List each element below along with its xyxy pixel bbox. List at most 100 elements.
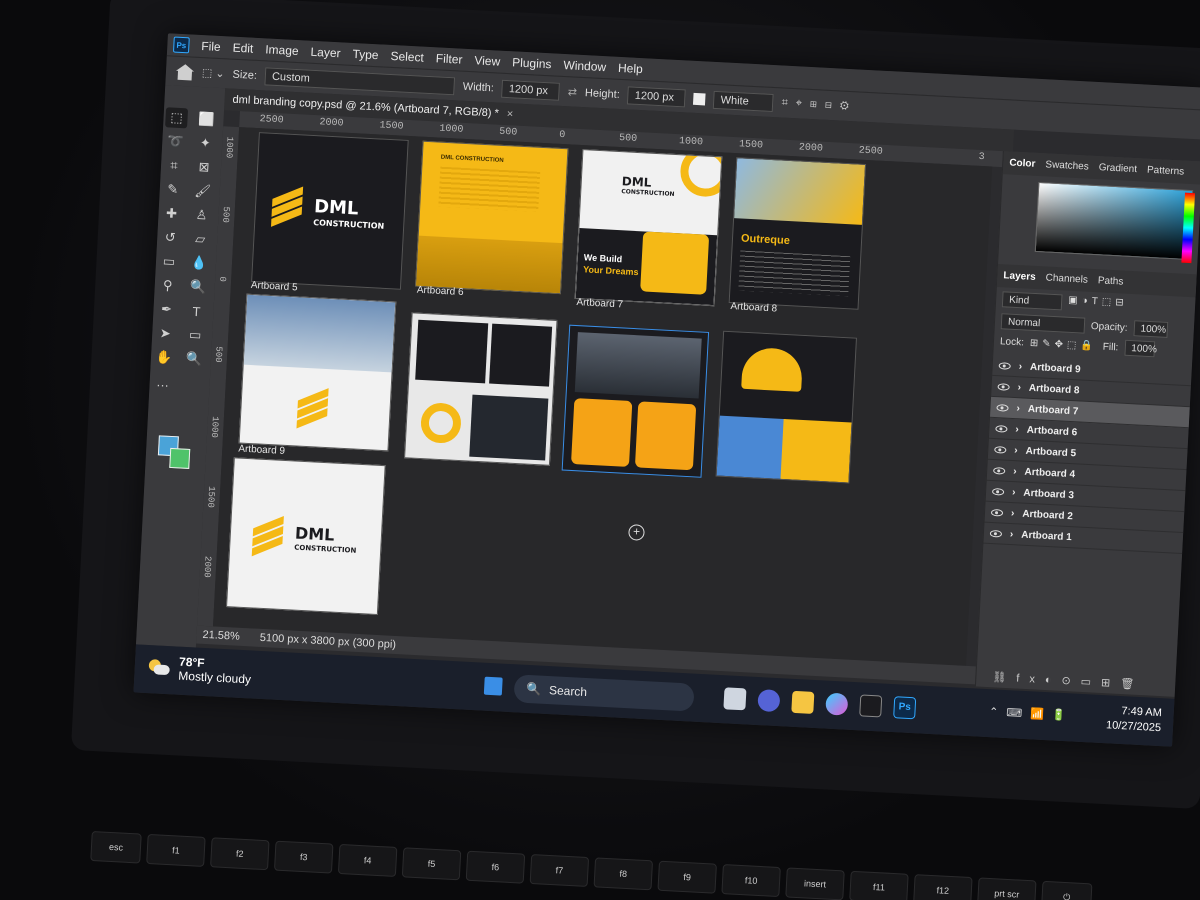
artboard-stationery[interactable] — [404, 312, 558, 466]
eye-icon[interactable] — [991, 487, 1005, 496]
artboard-helmet[interactable] — [715, 330, 857, 484]
home-icon[interactable] — [176, 63, 195, 80]
tab-layers[interactable]: Layers — [1003, 270, 1036, 283]
chevron-right-icon[interactable]: › — [1010, 528, 1014, 539]
menu-file[interactable]: File — [201, 39, 221, 54]
eye-icon[interactable] — [998, 361, 1011, 370]
swap-icon[interactable]: ⇄ — [567, 85, 577, 98]
stamp-tool-icon[interactable]: ♙ — [190, 205, 213, 226]
artboard-5-label[interactable]: Artboard 5 — [251, 280, 298, 293]
chevron-right-icon[interactable]: › — [1012, 487, 1016, 498]
healing-icon[interactable]: ✚ — [160, 203, 183, 224]
gradient-icon[interactable]: ▭ — [158, 251, 181, 272]
task-view-icon[interactable] — [723, 687, 747, 711]
artboard-poster[interactable]: DML CONSTRUCTION We Build Your Dreams — [574, 149, 723, 307]
kind-filter[interactable]: Kind — [1001, 291, 1063, 311]
windows-start-icon[interactable] — [483, 676, 503, 696]
more-tools-icon[interactable]: … — [151, 371, 174, 392]
crop-tool-icon[interactable]: ⌗ — [163, 155, 186, 176]
chevron-right-icon[interactable]: › — [1016, 403, 1020, 414]
zoom-level[interactable]: 21.58% — [202, 629, 240, 643]
hand-tool-icon[interactable]: ✋ — [153, 347, 176, 368]
pen-tool-icon[interactable]: ✒ — [155, 299, 178, 320]
taskbar-search[interactable]: 🔍 Search — [513, 674, 695, 712]
chevron-right-icon[interactable]: › — [1015, 424, 1019, 435]
eye-icon[interactable] — [997, 382, 1010, 391]
eye-icon[interactable] — [994, 445, 1007, 454]
chevron-right-icon[interactable]: › — [1011, 508, 1015, 519]
close-icon[interactable]: × — [506, 108, 513, 120]
color-swatches[interactable] — [153, 433, 199, 475]
eye-icon[interactable] — [995, 424, 1008, 433]
size-select[interactable]: Custom — [264, 66, 456, 95]
eye-icon[interactable] — [989, 529, 1003, 538]
eraser-icon[interactable]: ▱ — [189, 229, 212, 250]
history-brush-icon[interactable]: ↺ — [159, 227, 182, 248]
opacity-field[interactable]: 100% — [1133, 320, 1168, 338]
artboard-6-label[interactable]: Artboard 6 — [417, 285, 464, 298]
lock-icons[interactable]: ⊞✎✥⬚🔒 — [1030, 337, 1098, 351]
zoom-tool-icon[interactable]: 🔍 — [182, 348, 205, 369]
artboard-9-label[interactable]: Artboard 9 — [238, 443, 285, 456]
eyedropper-icon[interactable]: ✎ — [161, 179, 184, 200]
file-explorer-icon[interactable] — [791, 690, 815, 714]
artboard-5[interactable]: DML CONSTRUCTION — [251, 132, 409, 290]
clock[interactable]: 7:49 AM 10/27/2025 — [1106, 703, 1163, 736]
artboard-7[interactable] — [561, 324, 710, 478]
blur-icon[interactable]: 💧 — [187, 253, 210, 274]
chevron-right-icon[interactable]: › — [1018, 361, 1022, 372]
menu-help[interactable]: Help — [618, 61, 643, 76]
chevron-right-icon[interactable]: › — [1013, 466, 1017, 477]
fill-field[interactable]: 100% — [1123, 339, 1157, 358]
eye-icon[interactable] — [990, 508, 1004, 517]
color-picker-field[interactable] — [1034, 181, 1194, 261]
artboard-8-label[interactable]: Artboard 8 — [730, 301, 777, 314]
menu-layer[interactable]: Layer — [310, 45, 341, 61]
tab-color[interactable]: Color — [1009, 157, 1036, 169]
figma-icon[interactable] — [859, 694, 883, 718]
artboard-action-icons[interactable]: ⌗⌖⊞⊟⚙ — [781, 96, 857, 113]
photoshop-taskbar-icon[interactable]: Ps — [893, 696, 917, 720]
artboard-6[interactable]: DML CONSTRUCTION — [415, 140, 569, 295]
tab-gradient[interactable]: Gradient — [1098, 162, 1137, 175]
canvas-area[interactable]: DML CONSTRUCTION Artboard 5 DML CONSTRUC… — [213, 127, 993, 666]
menu-filter[interactable]: Filter — [435, 51, 462, 66]
tab-swatches[interactable]: Swatches — [1045, 159, 1089, 172]
tab-paths[interactable]: Paths — [1098, 275, 1124, 287]
artboard-1[interactable]: DML CONSTRUCTION — [226, 457, 386, 616]
menu-window[interactable]: Window — [563, 58, 606, 74]
menu-select[interactable]: Select — [390, 49, 424, 65]
artboard-7-label[interactable]: Artboard 7 — [576, 297, 623, 310]
menu-type[interactable]: Type — [352, 47, 379, 62]
meet-icon[interactable] — [757, 689, 781, 713]
width-field[interactable]: 1200 px — [501, 79, 561, 101]
weather-widget[interactable]: 78°F Mostly cloudy — [148, 653, 252, 687]
lasso-tool-icon[interactable]: ➰ — [164, 131, 187, 152]
menu-edit[interactable]: Edit — [232, 41, 253, 56]
menu-image[interactable]: Image — [265, 42, 299, 58]
brush-tool-icon[interactable]: 🖌 — [191, 181, 214, 202]
eye-icon[interactable] — [996, 403, 1009, 412]
move-tool-icon[interactable]: ⬚ — [165, 107, 189, 129]
fill-swatch[interactable] — [693, 92, 707, 105]
path-select-icon[interactable]: ➤ — [154, 323, 177, 344]
frame-tool-icon[interactable]: ⊠ — [193, 157, 216, 178]
eye-icon[interactable] — [993, 466, 1006, 475]
chevron-right-icon[interactable]: › — [1017, 382, 1021, 393]
marquee-tool-icon[interactable]: ⬜ — [195, 109, 218, 130]
zoom-small-icon[interactable]: 🔍 — [186, 277, 209, 298]
tab-patterns[interactable]: Patterns — [1147, 165, 1185, 178]
fill-select[interactable]: White — [713, 90, 775, 112]
menu-plugins[interactable]: Plugins — [512, 55, 552, 71]
add-artboard-icon[interactable]: + — [628, 524, 645, 541]
filter-icons[interactable]: ▣◑T⬚⊟ — [1068, 295, 1128, 314]
chevron-right-icon[interactable]: › — [1014, 445, 1018, 456]
dodge-icon[interactable]: ⚲ — [156, 275, 179, 296]
system-tray-icons[interactable]: ⌃⌨📶🔋 — [989, 705, 1074, 722]
blend-mode-select[interactable]: Normal — [1000, 313, 1086, 334]
magic-wand-icon[interactable]: ✦ — [194, 133, 217, 154]
height-field[interactable]: 1200 px — [627, 85, 687, 107]
layer-footer-icons[interactable]: ⛓fx◐⊙▭⊞🗑 — [992, 670, 1144, 691]
artboard-tool-icon[interactable]: ⬚ ⌄ — [202, 66, 225, 80]
background-color[interactable] — [169, 447, 191, 469]
